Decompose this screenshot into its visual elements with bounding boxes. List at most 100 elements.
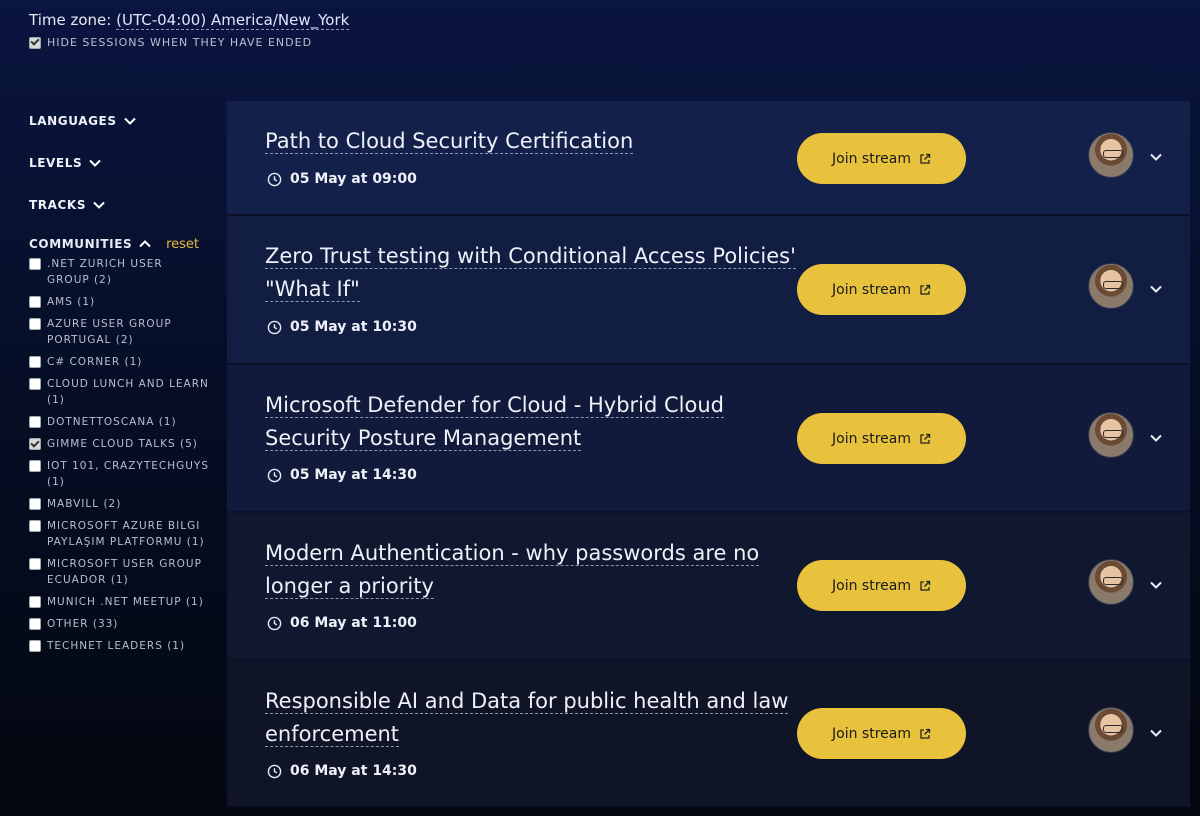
session-title[interactable]: Zero Trust testing with Conditional Acce… bbox=[265, 240, 800, 306]
community-filter-item[interactable]: C# CORNER (1) bbox=[29, 354, 209, 370]
filter-tracks[interactable]: TRACKS bbox=[29, 184, 209, 226]
filter-communities-toggle[interactable]: COMMUNITIES bbox=[29, 237, 152, 251]
session-title-text[interactable]: Modern Authentication - why passwords ar… bbox=[265, 541, 760, 599]
community-filter-item[interactable]: MUNICH .NET MEETUP (1) bbox=[29, 594, 209, 610]
session-time-text: 05 May at 14:30 bbox=[290, 467, 417, 483]
community-filter-item[interactable]: .NET ZURICH USER GROUP (2) bbox=[29, 256, 209, 288]
chevron-down-icon bbox=[89, 159, 101, 167]
filter-sidebar: LANGUAGES LEVELS TRACKS COMMUNITIES rese… bbox=[29, 100, 209, 660]
community-filter-item[interactable]: GIMME CLOUD TALKS (5) bbox=[29, 436, 209, 452]
chevron-down-icon bbox=[123, 117, 136, 125]
session-title-text[interactable]: Path to Cloud Security Certification bbox=[265, 129, 634, 154]
community-checkbox[interactable] bbox=[29, 258, 41, 270]
community-filter-item[interactable]: DOTNETTOSCANA (1) bbox=[29, 414, 209, 430]
community-checkbox[interactable] bbox=[29, 416, 41, 428]
session-time: 06 May at 11:00 bbox=[267, 615, 417, 631]
session-title[interactable]: Modern Authentication - why passwords ar… bbox=[265, 537, 800, 603]
community-checkbox[interactable] bbox=[29, 438, 41, 450]
join-stream-label: Join stream bbox=[832, 281, 911, 298]
session-title-text[interactable]: Responsible AI and Data for public healt… bbox=[265, 689, 789, 747]
community-checkbox[interactable] bbox=[29, 318, 41, 330]
join-stream-button[interactable]: Join stream bbox=[797, 708, 966, 759]
community-filter-item[interactable]: MICROSOFT AZURE BILGI PAYLAŞIM PLATFORMU… bbox=[29, 518, 209, 550]
expand-chevron-icon[interactable] bbox=[1147, 148, 1165, 166]
speaker-avatar[interactable] bbox=[1088, 707, 1134, 753]
external-link-icon bbox=[920, 728, 931, 739]
community-filter-item[interactable]: TECHNET LEADERS (1) bbox=[29, 638, 209, 654]
community-filter-item[interactable]: CLOUD LUNCH AND LEARN (1) bbox=[29, 376, 209, 408]
speaker-avatar[interactable] bbox=[1088, 263, 1134, 309]
join-stream-button[interactable]: Join stream bbox=[797, 133, 966, 184]
session-card: Zero Trust testing with Conditional Acce… bbox=[227, 216, 1190, 365]
community-checkbox[interactable] bbox=[29, 640, 41, 652]
community-checkbox[interactable] bbox=[29, 356, 41, 368]
reset-link[interactable]: reset bbox=[166, 237, 199, 252]
community-checkbox[interactable] bbox=[29, 378, 41, 390]
join-stream-label: Join stream bbox=[832, 150, 911, 167]
sessions-list: Path to Cloud Security Certification 05 … bbox=[227, 101, 1190, 807]
filter-tracks-label: TRACKS bbox=[29, 198, 87, 212]
hide-ended-checkbox[interactable] bbox=[29, 36, 41, 49]
community-checkbox[interactable] bbox=[29, 460, 41, 472]
external-link-icon bbox=[920, 580, 931, 591]
session-title[interactable]: Microsoft Defender for Cloud - Hybrid Cl… bbox=[265, 389, 800, 455]
join-stream-button[interactable]: Join stream bbox=[797, 560, 966, 611]
speaker-avatar[interactable] bbox=[1088, 132, 1134, 178]
community-filter-item[interactable]: AMS (1) bbox=[29, 294, 209, 310]
community-filter-item[interactable]: AZURE USER GROUP PORTUGAL (2) bbox=[29, 316, 209, 348]
session-title[interactable]: Path to Cloud Security Certification bbox=[265, 125, 800, 158]
community-label: MICROSOFT AZURE BILGI PAYLAŞIM PLATFORMU… bbox=[47, 520, 205, 548]
chevron-up-icon bbox=[139, 240, 151, 248]
join-stream-label: Join stream bbox=[832, 430, 911, 447]
timezone-selector[interactable]: (UTC-04:00) America/New_York bbox=[116, 11, 350, 30]
session-time: 05 May at 10:30 bbox=[267, 319, 417, 335]
external-link-icon bbox=[920, 284, 931, 295]
community-filter-item[interactable]: IOT 101, CRAZYTECHGUYS (1) bbox=[29, 458, 209, 490]
community-filter-item[interactable]: MICROSOFT USER GROUP ECUADOR (1) bbox=[29, 556, 209, 588]
filter-communities-label: COMMUNITIES bbox=[29, 237, 133, 251]
session-card: Modern Authentication - why passwords ar… bbox=[227, 513, 1190, 661]
community-checkbox[interactable] bbox=[29, 498, 41, 510]
filter-communities: COMMUNITIES reset bbox=[29, 234, 209, 254]
session-title[interactable]: Responsible AI and Data for public healt… bbox=[265, 685, 800, 751]
community-label: OTHER (33) bbox=[47, 618, 119, 630]
community-label: MUNICH .NET MEETUP (1) bbox=[47, 596, 204, 608]
community-label: TECHNET LEADERS (1) bbox=[47, 640, 186, 652]
speaker-avatar[interactable] bbox=[1088, 559, 1134, 605]
community-label: GIMME CLOUD TALKS (5) bbox=[47, 438, 198, 450]
community-label: AZURE USER GROUP PORTUGAL (2) bbox=[47, 318, 172, 346]
join-stream-button[interactable]: Join stream bbox=[797, 264, 966, 315]
community-label: AMS (1) bbox=[47, 296, 96, 308]
session-time-text: 06 May at 14:30 bbox=[290, 763, 417, 779]
session-title-text[interactable]: Microsoft Defender for Cloud - Hybrid Cl… bbox=[265, 393, 724, 451]
filter-levels-label: LEVELS bbox=[29, 156, 83, 170]
filter-languages-label: LANGUAGES bbox=[29, 114, 117, 128]
join-stream-label: Join stream bbox=[832, 577, 911, 594]
community-checkbox[interactable] bbox=[29, 596, 41, 608]
community-checkbox[interactable] bbox=[29, 618, 41, 630]
external-link-icon bbox=[920, 433, 931, 444]
clock-icon bbox=[267, 320, 282, 334]
expand-chevron-icon[interactable] bbox=[1147, 724, 1165, 742]
expand-chevron-icon[interactable] bbox=[1147, 576, 1165, 594]
hide-ended-toggle[interactable]: HIDE SESSIONS WHEN THEY HAVE ENDED bbox=[29, 36, 312, 49]
join-stream-button[interactable]: Join stream bbox=[797, 413, 966, 464]
session-time-text: 06 May at 11:00 bbox=[290, 615, 417, 631]
community-filter-item[interactable]: MABVILL (2) bbox=[29, 496, 209, 512]
session-card: Microsoft Defender for Cloud - Hybrid Cl… bbox=[227, 365, 1190, 513]
session-title-text[interactable]: Zero Trust testing with Conditional Acce… bbox=[265, 244, 796, 302]
clock-icon bbox=[267, 616, 282, 630]
expand-chevron-icon[interactable] bbox=[1147, 280, 1165, 298]
community-label: C# CORNER (1) bbox=[47, 356, 143, 368]
filter-levels[interactable]: LEVELS bbox=[29, 142, 209, 184]
community-checkbox[interactable] bbox=[29, 520, 41, 532]
community-checkbox[interactable] bbox=[29, 558, 41, 570]
speaker-avatar[interactable] bbox=[1088, 412, 1134, 458]
community-filter-item[interactable]: OTHER (33) bbox=[29, 616, 209, 632]
expand-chevron-icon[interactable] bbox=[1147, 429, 1165, 447]
session-time: 05 May at 14:30 bbox=[267, 467, 417, 483]
clock-icon bbox=[267, 468, 282, 482]
community-checkbox[interactable] bbox=[29, 296, 41, 308]
community-label: IOT 101, CRAZYTECHGUYS (1) bbox=[47, 460, 209, 488]
filter-languages[interactable]: LANGUAGES bbox=[29, 100, 209, 142]
